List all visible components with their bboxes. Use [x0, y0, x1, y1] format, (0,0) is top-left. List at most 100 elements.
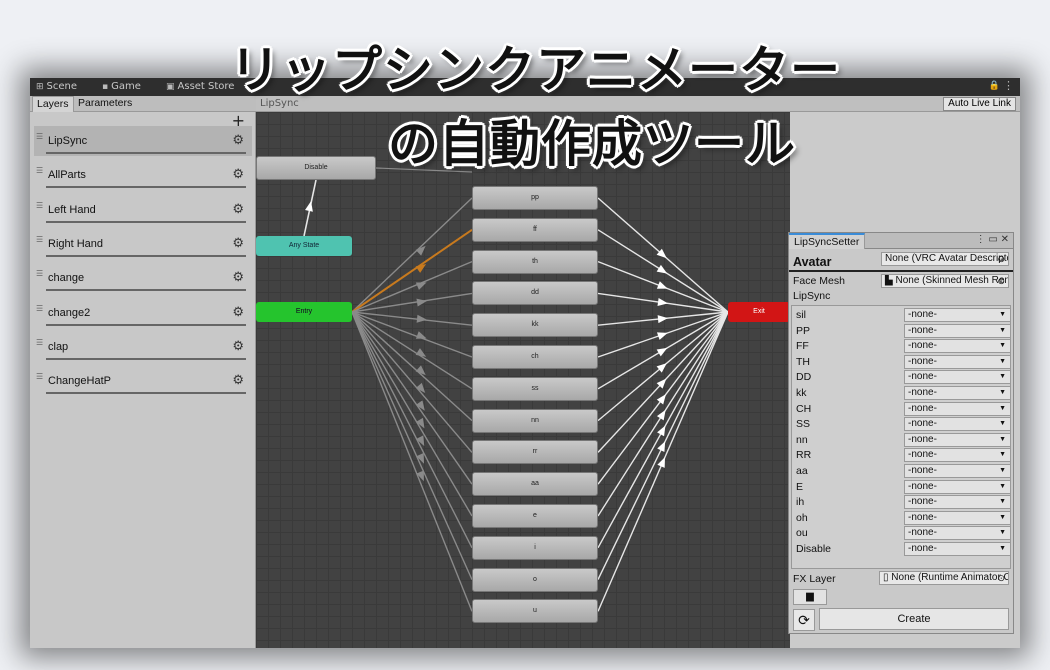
menu-icon[interactable]: ⋮: [1003, 79, 1014, 92]
state-entry[interactable]: Entry: [256, 302, 352, 322]
face-mesh-field[interactable]: ▙ None (Skinned Mesh Renderer)⊙: [881, 274, 1009, 288]
drag-handle-icon[interactable]: ☰: [36, 269, 43, 278]
phoneme-dropdown[interactable]: -none- ▼: [904, 448, 1011, 463]
entry-transition[interactable]: [351, 311, 473, 612]
gear-icon[interactable]: ⚙: [232, 304, 244, 320]
state-node[interactable]: th: [472, 249, 598, 274]
state-any-state[interactable]: Any State: [256, 236, 352, 256]
phoneme-label: ih: [796, 496, 805, 509]
chevron-down-icon: ▼: [999, 373, 1006, 381]
phoneme-label: E: [796, 480, 804, 493]
entry-transition[interactable]: [351, 311, 473, 485]
state-node[interactable]: rr: [472, 440, 598, 465]
object-picker-icon[interactable]: ⊙: [997, 253, 1005, 265]
phoneme-dropdown[interactable]: -none- ▼: [904, 354, 1011, 369]
state-node[interactable]: ss: [472, 376, 598, 401]
layer-item[interactable]: ☰ Left Hand ⚙: [34, 195, 252, 225]
transition-arrow: [657, 457, 665, 468]
gamepad-icon: ▪: [102, 82, 109, 92]
phoneme-dropdown[interactable]: -none- ▼: [904, 323, 1011, 338]
state-exit[interactable]: Exit: [728, 302, 790, 322]
state-node[interactable]: dd: [472, 281, 598, 306]
drag-handle-icon[interactable]: ☰: [36, 201, 43, 210]
object-picker-icon[interactable]: ⊙: [997, 275, 1005, 287]
phoneme-dropdown[interactable]: -none- ▼: [904, 386, 1011, 400]
layer-item[interactable]: ☰ change ⚙: [34, 263, 252, 293]
layer-item[interactable]: ☰ Right Hand ⚙: [34, 229, 252, 259]
gear-icon[interactable]: ⚙: [232, 201, 244, 217]
state-node[interactable]: e: [472, 504, 598, 528]
phoneme-dropdown[interactable]: -none- ▼: [904, 542, 1011, 556]
window-controls[interactable]: ⋮ ▭ ✕: [976, 234, 1009, 245]
state-node[interactable]: i: [472, 535, 598, 560]
state-node[interactable]: kk: [472, 313, 598, 338]
lock-icon[interactable]: 🔒: [989, 81, 1000, 91]
entry-transition[interactable]: [351, 292, 473, 313]
gear-icon[interactable]: ⚙: [232, 132, 244, 148]
tab-scene[interactable]: ⊞ Scene: [36, 81, 77, 92]
layer-name: AllParts: [48, 169, 86, 182]
drag-handle-icon[interactable]: ☰: [36, 235, 43, 244]
state-disable[interactable]: Disable: [256, 156, 376, 180]
gear-icon[interactable]: ⚙: [232, 235, 244, 251]
transition-arrow: [656, 394, 667, 405]
object-picker-icon[interactable]: ⊙: [997, 572, 1005, 584]
phoneme-dropdown[interactable]: -none- ▼: [904, 432, 1011, 447]
gear-icon[interactable]: ⚙: [232, 269, 244, 285]
layer-item[interactable]: ☰ LipSync ⚙: [34, 126, 252, 156]
entry-transition[interactable]: [351, 260, 473, 313]
layer-item[interactable]: ☰ AllParts ⚙: [34, 160, 252, 190]
drag-handle-icon[interactable]: ☰: [36, 372, 43, 381]
state-node[interactable]: u: [472, 599, 598, 624]
gear-icon[interactable]: ⚙: [232, 338, 244, 354]
phoneme-label: SS: [796, 418, 811, 431]
state-node[interactable]: o: [472, 567, 598, 592]
create-button[interactable]: Create: [819, 608, 1009, 630]
phoneme-dropdown[interactable]: -none- ▼: [904, 308, 1011, 322]
gear-icon[interactable]: ⚙: [232, 372, 244, 388]
entry-transition[interactable]: [351, 197, 473, 313]
drag-handle-icon[interactable]: ☰: [36, 166, 43, 175]
tab-game[interactable]: ▪ Game: [102, 81, 141, 92]
phoneme-dropdown[interactable]: -none- ▼: [904, 464, 1011, 478]
state-node[interactable]: aa: [472, 472, 598, 497]
tab-lipsync-setter[interactable]: LipSyncSetter: [789, 233, 866, 249]
phoneme-dropdown[interactable]: -none- ▼: [904, 479, 1011, 494]
drag-handle-icon[interactable]: ☰: [36, 338, 43, 347]
phoneme-dropdown[interactable]: -none- ▼: [904, 401, 1011, 416]
phoneme-dropdown[interactable]: -none- ▼: [904, 370, 1011, 385]
drag-handle-icon[interactable]: ☰: [36, 132, 43, 141]
layer-item[interactable]: ☰ clap ⚙: [34, 332, 252, 362]
layer-item[interactable]: ☰ change2 ⚙: [34, 298, 252, 328]
layer-item[interactable]: ☰ ChangeHatP ⚙: [34, 366, 252, 396]
state-node[interactable]: pp: [472, 186, 598, 210]
animator-graph[interactable]: Disable Any State Entry Exit pp ff th dd kk c…: [256, 112, 790, 648]
auto-live-link-toggle[interactable]: Auto Live Link: [943, 97, 1016, 111]
phoneme-label: DD: [796, 371, 812, 384]
phoneme-dropdown[interactable]: -none- ▼: [904, 339, 1011, 354]
drag-handle-icon[interactable]: ☰: [36, 304, 43, 313]
entry-transition[interactable]: [351, 228, 473, 313]
entry-transition[interactable]: [351, 311, 473, 549]
refresh-button[interactable]: ⟳: [793, 609, 815, 631]
tab-layers[interactable]: Layers: [32, 96, 74, 112]
phoneme-row: CH -none- ▼: [794, 401, 1011, 417]
state-node[interactable]: ff: [472, 217, 598, 242]
entry-transition[interactable]: [351, 311, 473, 517]
tab-parameters[interactable]: Parameters: [74, 96, 136, 112]
fx-layer-field[interactable]: ▯ None (Runtime Animator Controller)⊙: [879, 571, 1009, 585]
phoneme-dropdown[interactable]: -none- ▼: [904, 417, 1011, 432]
phoneme-dropdown[interactable]: -none- ▼: [904, 495, 1011, 510]
folder-button[interactable]: ▆: [793, 589, 827, 605]
tab-asset-store[interactable]: ▣ Asset Store: [166, 81, 234, 92]
gear-icon[interactable]: ⚙: [232, 166, 244, 182]
state-node[interactable]: nn: [472, 408, 598, 433]
entry-transition[interactable]: [351, 311, 473, 422]
phoneme-row: E -none- ▼: [794, 479, 1011, 495]
avatar-field[interactable]: None (VRC Avatar Descriptor) ⊙: [881, 252, 1009, 266]
state-node[interactable]: ch: [472, 345, 598, 369]
chevron-down-icon: ▼: [999, 435, 1006, 443]
phoneme-dropdown[interactable]: -none- ▼: [904, 526, 1011, 541]
phoneme-dropdown[interactable]: -none- ▼: [904, 510, 1011, 525]
entry-transition[interactable]: [351, 311, 473, 580]
